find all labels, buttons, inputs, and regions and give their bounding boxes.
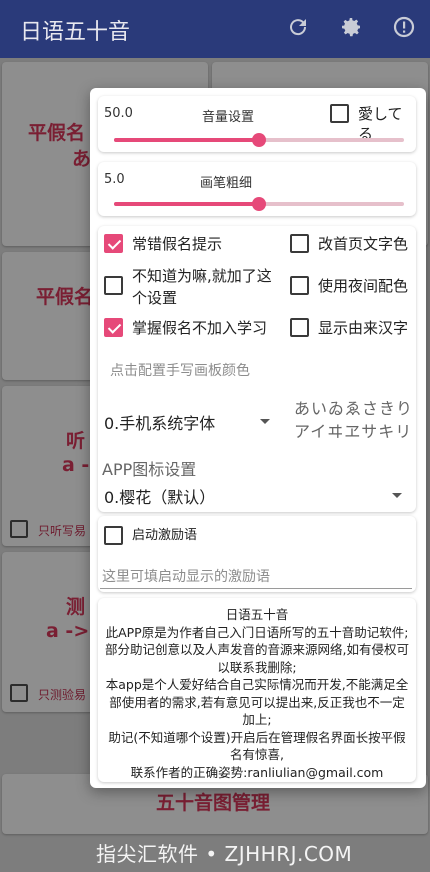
option-unknown-label-line1: 不知道为嘛,就加了这 — [132, 267, 272, 285]
app-title: 日语五十音 — [20, 20, 131, 45]
alert-circle-icon[interactable] — [390, 15, 418, 43]
about-line: 此APP原是为作者自己入门日语所写的五十音助记软件; — [105, 624, 409, 640]
app-bar: 日语五十音 — [0, 0, 430, 58]
refresh-icon[interactable] — [284, 15, 312, 43]
volume-slider-thumb[interactable] — [252, 133, 266, 147]
motto-checkbox[interactable] — [104, 526, 123, 545]
option-unknown-label-line2: 个设置 — [132, 289, 178, 307]
card3-check-label: 只听写易 — [38, 524, 87, 538]
option-night-mode-checkbox[interactable] — [290, 276, 309, 295]
about-line: 本app是个人爱好结合自己实际情况而开发,不能满足全 — [105, 677, 409, 692]
brush-label: 画笔粗细 — [200, 176, 253, 191]
option-unknown-checkbox[interactable] — [104, 276, 123, 295]
option-common-error-label: 常错假名提示 — [132, 235, 223, 253]
font-select-chevron-icon[interactable] — [260, 419, 270, 424]
volume-panel: 50.0 音量设置 愛してる — [98, 96, 416, 152]
font-preview-hiragana: あいゐゑさきり — [294, 399, 414, 418]
about-contact[interactable]: 联系作者的正确姿势:ranliulian@gmail.com — [104, 764, 410, 782]
option-common-error-checkbox[interactable] — [104, 234, 123, 253]
about-line: 加上; — [242, 712, 272, 727]
watermark-text: 指尖汇软件 • ZJHHRJ.COM — [96, 842, 353, 866]
love-checkbox[interactable] — [330, 104, 349, 123]
about-line: 以联系我删除; — [217, 659, 297, 675]
about-line: 助记(不知道哪个设置)开启后在管理假名界面长按平假 — [108, 729, 406, 745]
settings-dialog: 50.0 音量设置 愛してる 5.0 画笔粗细 常错假名提示 改首页文字色 不知… — [90, 88, 426, 788]
manage-title: 五十音图管理 — [156, 792, 271, 814]
font-select[interactable]: 0.手机系统字体 — [104, 410, 215, 434]
brush-slider[interactable] — [114, 197, 404, 211]
volume-value: 50.0 — [104, 106, 133, 121]
card4-checkbox[interactable] — [10, 684, 28, 702]
card1-title: 平假名 — [28, 122, 86, 144]
card3-checkbox[interactable] — [10, 520, 28, 538]
volume-slider-fill — [114, 138, 259, 142]
gear-icon[interactable] — [337, 15, 365, 43]
card4-check-label: 只测验易 — [38, 688, 87, 702]
card4-sub: a -> — [46, 620, 90, 642]
about-title: 日语五十音 — [225, 607, 289, 622]
about-line: 部使用者的需求,若有意见可以提出来,反正我也不一定 — [109, 694, 405, 710]
options-panel: 常错假名提示 改首页文字色 不知道为嘛,就加了这 个设置 使用夜间配色 掌握假名… — [98, 226, 416, 512]
card3-title: 听 — [66, 430, 86, 452]
card1-kana: あ — [72, 148, 92, 170]
about-panel: 日语五十音 此APP原是为作者自己入门日语所写的五十音助记软件; 部分助记创意以… — [98, 598, 416, 782]
brush-slider-thumb[interactable] — [252, 197, 266, 211]
brush-value: 5.0 — [104, 172, 125, 187]
font-preview-katakana: アイヰヱサキリ — [294, 422, 413, 441]
pad-color-config-link[interactable]: 点击配置手写画板颜色 — [110, 360, 250, 380]
brush-panel: 5.0 画笔粗细 — [98, 162, 416, 216]
option-home-text-color-checkbox[interactable] — [290, 234, 309, 253]
option-mastered-skip-label: 掌握假名不加入学习 — [132, 319, 268, 337]
motto-panel: 启动激励语 这里可填启动显示的激励语 — [98, 516, 416, 592]
icon-select[interactable]: 0.樱花（默认） — [104, 484, 215, 508]
motto-label: 启动激励语 — [132, 528, 198, 543]
motto-input-underline — [100, 588, 412, 589]
volume-label: 音量设置 — [202, 110, 255, 125]
brush-slider-fill — [114, 202, 259, 206]
volume-slider[interactable] — [114, 133, 404, 147]
option-origin-kanji-checkbox[interactable] — [290, 318, 309, 337]
icon-setting-label: APP图标设置 — [102, 460, 197, 479]
option-night-mode-label: 使用夜间配色 — [318, 277, 409, 295]
card2-title: 平假名 — [36, 286, 94, 308]
motto-input[interactable]: 这里可填启动显示的激励语 — [102, 566, 270, 586]
option-home-text-color-label: 改首页文字色 — [318, 235, 409, 253]
card3-sub: a - — [62, 454, 90, 476]
card4-title: 测 — [66, 596, 86, 618]
option-origin-kanji-label: 显示由来汉字 — [318, 319, 409, 337]
option-mastered-skip-checkbox[interactable] — [104, 318, 123, 337]
about-line: 名有惊喜, — [230, 747, 284, 762]
icon-select-chevron-icon[interactable] — [392, 493, 402, 498]
about-line: 部分助记创意以及人声发音的音源来源网络,如有侵权可 — [105, 642, 409, 657]
